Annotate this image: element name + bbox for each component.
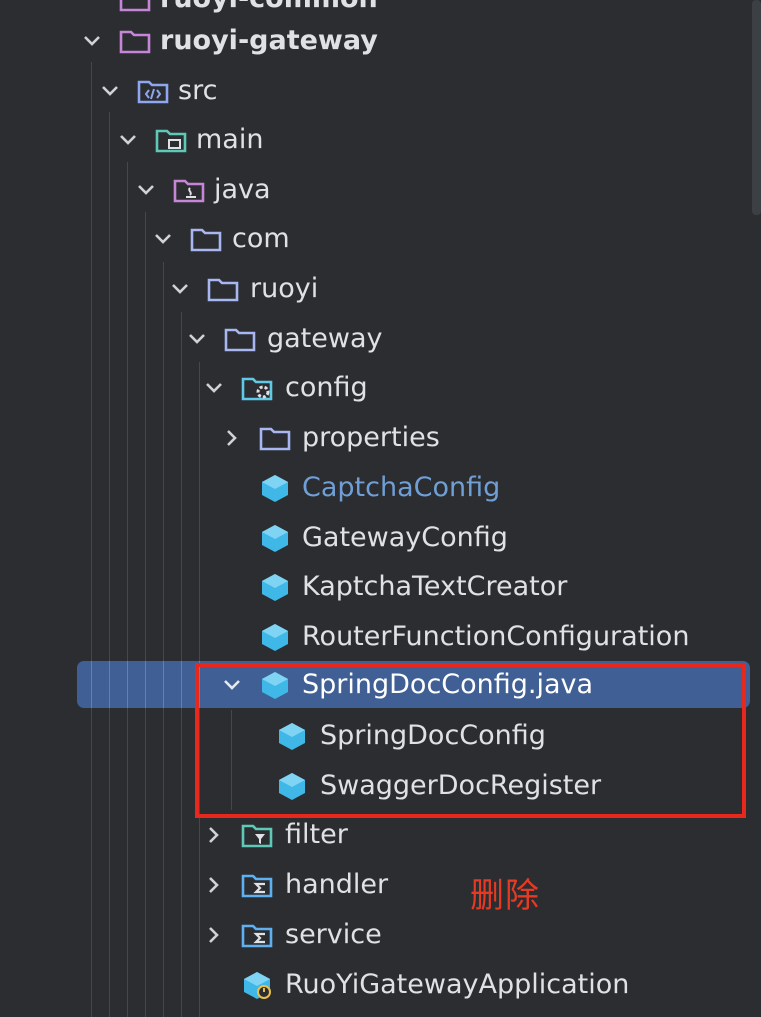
module-folder-icon bbox=[119, 0, 151, 12]
tree-row-label: java bbox=[214, 174, 271, 205]
tree-row-handler[interactable]: handler bbox=[0, 862, 761, 908]
tree-row-com[interactable]: com bbox=[0, 216, 761, 262]
java-class-icon bbox=[262, 574, 288, 601]
source-folder-icon bbox=[137, 80, 169, 104]
tree-row-label: service bbox=[285, 919, 382, 950]
chevron-right-icon[interactable] bbox=[203, 924, 225, 946]
tree-row-label: com bbox=[232, 223, 290, 254]
tree-row-label: properties bbox=[302, 422, 440, 453]
chevron-down-icon[interactable] bbox=[135, 179, 157, 201]
config-folder-icon bbox=[241, 377, 273, 401]
chevron-down-icon[interactable] bbox=[203, 377, 225, 399]
tree-row-label: filter bbox=[285, 819, 348, 850]
tree-row-label: CaptchaConfig bbox=[302, 472, 501, 503]
highlight-box bbox=[195, 663, 746, 818]
tree-row-label: ruoyi bbox=[250, 273, 319, 304]
service-folder-icon bbox=[241, 924, 273, 948]
tree-row-gatewayconfig[interactable]: GatewayConfig bbox=[0, 515, 761, 561]
annotation-delete: 删除 bbox=[470, 876, 540, 916]
tree-row-captchaconfig[interactable]: CaptchaConfig bbox=[0, 465, 761, 511]
chevron-down-icon[interactable] bbox=[152, 228, 174, 250]
tree-row-kaptchatextcreator[interactable]: KaptchaTextCreator bbox=[0, 564, 761, 610]
chevron-right-icon[interactable] bbox=[221, 427, 243, 449]
tree-row-ruoyi[interactable]: ruoyi bbox=[0, 266, 761, 312]
tree-row-filter[interactable]: filter bbox=[0, 812, 761, 858]
chevron-down-icon[interactable] bbox=[117, 129, 139, 151]
tree-row-label: config bbox=[285, 372, 368, 403]
tree-row-label: handler bbox=[285, 869, 389, 900]
java-class-icon bbox=[262, 525, 288, 552]
tree-row-label: main bbox=[196, 124, 264, 155]
tree-row-label: GatewayConfig bbox=[302, 522, 508, 553]
tree-row-src[interactable]: src bbox=[0, 68, 761, 114]
tree-row-label: ruoyi-gateway bbox=[160, 25, 378, 56]
java-class-icon bbox=[262, 475, 288, 502]
tree-row-label: gateway bbox=[267, 323, 383, 354]
vertical-scrollbar[interactable] bbox=[752, 0, 761, 215]
project-tree: ruoyi-common ruoyi-gateway src main java… bbox=[0, 0, 761, 1017]
tree-row-service[interactable]: service bbox=[0, 912, 761, 958]
spring-boot-app-icon bbox=[244, 972, 271, 999]
tree-row-ruoyigatewayapplication[interactable]: RuoYiGatewayApplication bbox=[0, 962, 761, 1008]
tree-row-main[interactable]: main bbox=[0, 117, 761, 163]
main-folder-icon bbox=[155, 129, 187, 153]
tree-row-ruoyi-gateway[interactable]: ruoyi-gateway bbox=[0, 18, 761, 64]
chevron-down-icon[interactable] bbox=[99, 80, 121, 102]
tree-row-label: RuoYiGatewayApplication bbox=[285, 969, 630, 1000]
java-source-root-icon bbox=[173, 179, 205, 203]
chevron-right-icon[interactable] bbox=[203, 874, 225, 896]
tree-row-java[interactable]: java bbox=[0, 167, 761, 213]
chevron-down-icon[interactable] bbox=[81, 30, 103, 52]
package-folder-icon bbox=[190, 228, 222, 252]
java-class-icon bbox=[262, 624, 288, 651]
tree-row-gateway[interactable]: gateway bbox=[0, 316, 761, 362]
handler-folder-icon bbox=[241, 874, 273, 898]
chevron-right-icon[interactable] bbox=[203, 824, 225, 846]
chevron-down-icon[interactable] bbox=[186, 328, 208, 350]
tree-row-config[interactable]: config bbox=[0, 365, 761, 411]
tree-row-label: KaptchaTextCreator bbox=[302, 571, 568, 602]
module-folder-icon bbox=[119, 30, 151, 54]
package-folder-icon bbox=[224, 328, 256, 352]
tree-row-label: ruoyi-common bbox=[160, 0, 378, 16]
package-folder-icon bbox=[207, 278, 239, 302]
tree-row-properties[interactable]: properties bbox=[0, 415, 761, 461]
tree-row-routerfunctionconfiguration[interactable]: RouterFunctionConfiguration bbox=[0, 614, 761, 660]
chevron-down-icon[interactable] bbox=[169, 278, 191, 300]
tree-row-label: RouterFunctionConfiguration bbox=[302, 621, 690, 652]
tree-row-label: src bbox=[178, 75, 218, 106]
filter-folder-icon bbox=[241, 824, 273, 848]
package-folder-icon bbox=[259, 427, 291, 451]
